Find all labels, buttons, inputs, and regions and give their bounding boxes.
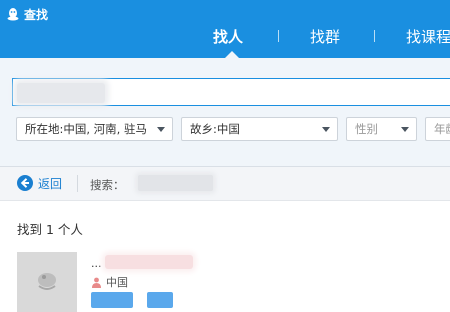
toolbar-divider [77, 175, 78, 192]
age-filter-placeholder: 年龄 [434, 122, 450, 136]
redacted-keyword [17, 83, 105, 103]
person-location: 中国 [91, 275, 128, 289]
result-toolbar: 返回 搜索： [0, 167, 450, 201]
header-bar: 查找 找人 找群 找课程 [0, 0, 450, 58]
chevron-down-icon [401, 127, 409, 132]
back-button-label: 返回 [38, 176, 63, 191]
search-term-label: 搜索： [90, 178, 125, 192]
location-filter-value: 所在地:中国, 河南, 驻马 [25, 122, 147, 136]
search-panel: 所在地:中国, 河南, 驻马 故乡:中国 性别 年龄 [0, 58, 450, 167]
active-tab-indicator [225, 51, 239, 58]
avatar[interactable] [17, 252, 77, 312]
hometown-filter-select[interactable]: 故乡:中国 [181, 117, 338, 141]
result-count: 找到 1 个人 [17, 222, 83, 237]
tab-divider [374, 30, 375, 42]
send-message-button[interactable] [147, 292, 173, 308]
tab-divider [278, 30, 279, 42]
tab-bar: 找人 找群 找课程 [0, 0, 450, 58]
person-result-card[interactable]: ... 中国 [17, 252, 447, 312]
tab-find-courses[interactable]: 找课程 [406, 26, 450, 47]
chevron-down-icon [322, 127, 330, 132]
redacted-search-term [138, 175, 213, 191]
age-filter-select[interactable]: 年龄 [425, 117, 450, 141]
person-location-text: 中国 [106, 276, 128, 289]
gender-filter-placeholder: 性别 [355, 122, 378, 136]
tab-find-people[interactable]: 找人 [213, 26, 243, 47]
location-filter-select[interactable]: 所在地:中国, 河南, 驻马 [16, 117, 173, 141]
add-friend-button[interactable] [91, 292, 133, 308]
redacted-nickname [105, 255, 193, 269]
person-nickname[interactable]: ... [91, 257, 102, 270]
person-icon [91, 277, 102, 288]
tab-find-groups[interactable]: 找群 [310, 26, 340, 47]
keyword-search-input[interactable] [12, 78, 450, 106]
hometown-filter-value: 故乡:中国 [190, 122, 240, 136]
chevron-down-icon [157, 127, 165, 132]
back-button[interactable]: 返回 [16, 174, 62, 192]
gender-filter-select[interactable]: 性别 [346, 117, 417, 141]
back-arrow-icon [16, 174, 34, 192]
